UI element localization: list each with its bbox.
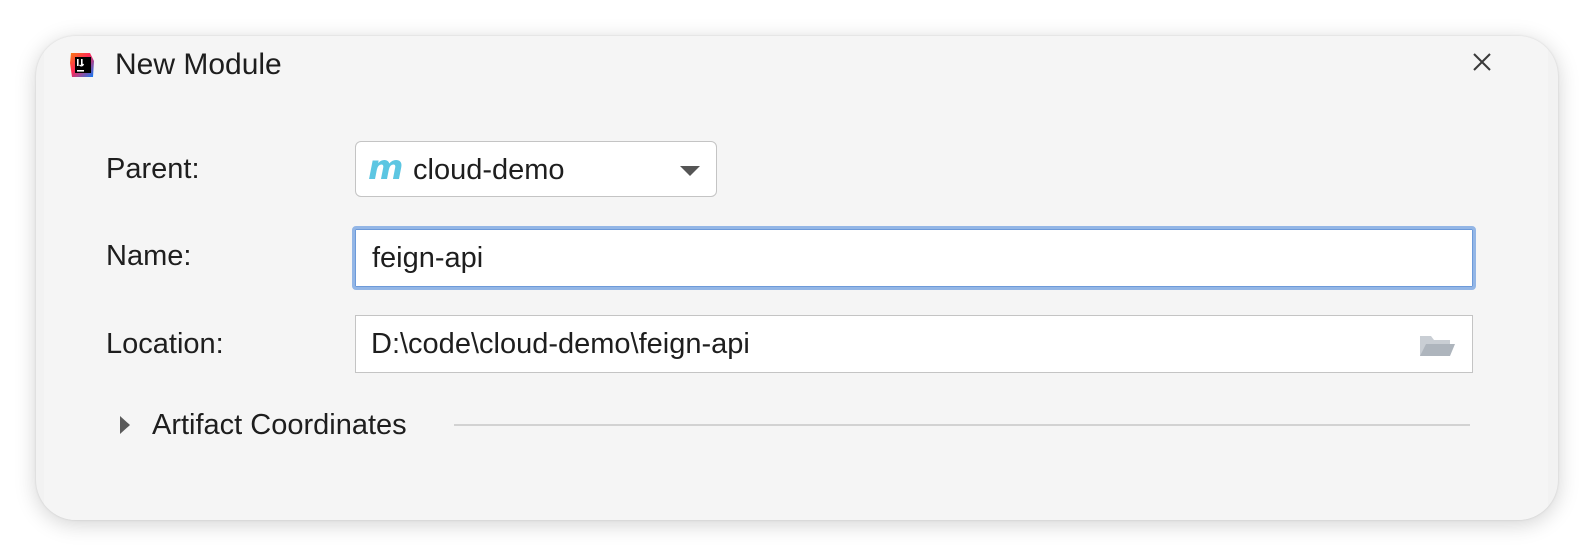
- new-module-dialog: New Module Parent: m cloud-demo Name: fe…: [36, 36, 1558, 520]
- intellij-idea-icon: [70, 53, 94, 77]
- dialog-title: New Module: [115, 48, 282, 81]
- location-input[interactable]: D:\code\cloud-demo\feign-api: [355, 315, 1473, 373]
- artifact-coordinates-label: Artifact Coordinates: [152, 409, 407, 441]
- maven-module-icon: m: [368, 148, 404, 188]
- artifact-coordinates-toggle[interactable]: Artifact Coordinates: [116, 406, 476, 444]
- title-bar: New Module: [44, 36, 1558, 100]
- location-input-value: D:\code\cloud-demo\feign-api: [371, 328, 750, 360]
- parent-value: cloud-demo: [413, 154, 565, 186]
- chevron-down-icon: [680, 166, 700, 176]
- section-divider: [454, 424, 1470, 426]
- name-label: Name:: [106, 240, 192, 272]
- dialog-content: New Module Parent: m cloud-demo Name: fe…: [44, 36, 1548, 520]
- parent-label: Parent:: [106, 153, 200, 185]
- folder-open-icon[interactable]: [1418, 331, 1456, 359]
- chevron-right-icon: [120, 416, 130, 434]
- parent-dropdown[interactable]: m cloud-demo: [355, 141, 717, 197]
- name-input-value: feign-api: [372, 242, 484, 274]
- name-input[interactable]: feign-api: [352, 226, 1476, 290]
- location-label: Location:: [106, 328, 224, 360]
- close-icon[interactable]: [1466, 46, 1498, 78]
